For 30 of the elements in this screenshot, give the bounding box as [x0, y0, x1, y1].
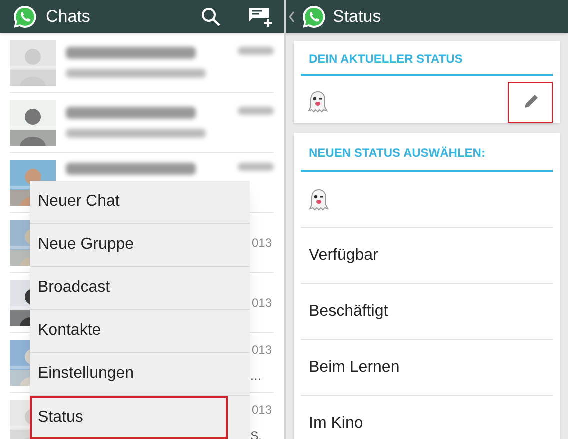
blurred-date [238, 47, 274, 55]
edit-button[interactable] [508, 82, 553, 122]
back-icon[interactable] [289, 10, 295, 22]
new-chat-icon[interactable] [248, 6, 272, 28]
status-option[interactable]: Beschäftigt [309, 300, 388, 324]
chat-preview: … [250, 368, 263, 384]
section-heading: NEUEN STATUS AUSWÄHLEN: [301, 133, 553, 172]
screen-title: Status [333, 6, 382, 28]
ghost-icon [309, 188, 329, 210]
menu-item[interactable]: Status [30, 396, 228, 439]
chat-date: 013 [252, 234, 272, 252]
search-icon[interactable] [200, 6, 222, 28]
menu-item[interactable]: Kontakte [30, 310, 250, 353]
status-option[interactable]: Verfügbar [309, 244, 378, 268]
ghost-icon [308, 91, 328, 113]
menu-item[interactable]: Neue Gruppe [30, 224, 250, 267]
chat-date: 013 [252, 294, 272, 312]
chat-logo-icon [301, 4, 327, 30]
status-option[interactable]: Im Kino [309, 412, 364, 436]
menu-item[interactable]: Broadcast [30, 267, 250, 310]
chat-date: 013 [252, 342, 272, 358]
blurred-date [238, 163, 274, 171]
menu-item[interactable]: Einstellungen [30, 353, 250, 396]
chat-logo-icon [12, 4, 38, 30]
screen-title: Chats [46, 6, 90, 28]
chat-date: 013 [252, 402, 272, 418]
section-heading: DEIN AKTUELLER STATUS [301, 41, 553, 76]
status-option[interactable]: Beim Lernen [309, 356, 400, 380]
blurred-date [238, 107, 274, 115]
menu-item[interactable]: Neuer Chat [30, 181, 250, 224]
